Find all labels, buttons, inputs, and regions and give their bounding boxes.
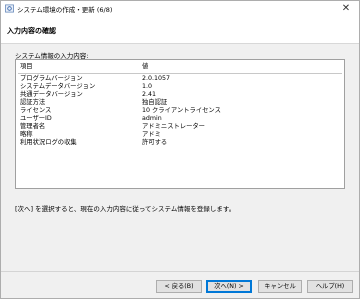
info-value: 10 クライアントライセンス — [142, 107, 221, 114]
info-row: ライセンス 10 クライアントライセンス — [20, 107, 340, 115]
info-value: 2.41 — [142, 91, 157, 98]
window-title: システム環境の作成・更新 (6/8) — [17, 6, 113, 14]
info-header-row: 項目 値 — [20, 63, 340, 71]
title-bar: システム環境の作成・更新 (6/8) ✕ — [1, 1, 359, 17]
info-row: 管理者名 アドミニストレーター — [20, 123, 340, 131]
setup-wizard-window: システム環境の作成・更新 (6/8) ✕ 入力内容の確認 システム情報の入力内容… — [0, 0, 360, 299]
info-textbox[interactable]: 項目 値 プログラムバージョン 2.0.1057 システムデータバージョン 1.… — [15, 59, 345, 189]
info-row: ユーザーID admin — [20, 115, 340, 123]
info-value: 1.0 — [142, 83, 153, 90]
back-button[interactable]: < 戻る(B) — [156, 280, 202, 293]
help-button[interactable]: ヘルプ(H) — [307, 280, 353, 293]
info-key: 共通データバージョン — [20, 91, 83, 98]
info-key: 管理者名 — [20, 123, 46, 130]
info-value: アドミ — [142, 131, 161, 138]
footer-divider — [1, 271, 359, 272]
info-row: 利用状況ログの収集 許可する — [20, 139, 340, 147]
page-header: 入力内容の確認 — [1, 17, 359, 44]
info-value: 許可する — [142, 139, 168, 146]
info-row: 略称 アドミ — [20, 131, 340, 139]
info-row: 認証方法 独自認証 — [20, 99, 340, 107]
info-value: アドミニストレーター — [142, 123, 205, 130]
instruction-text: [次へ] を選択すると、現在の入力内容に従ってシステム情報を登録します。 — [15, 205, 236, 213]
info-value: admin — [142, 115, 162, 122]
info-key: ユーザーID — [20, 115, 52, 122]
info-key: システムデータバージョン — [20, 83, 96, 90]
info-row: システムデータバージョン 1.0 — [20, 83, 340, 91]
next-button[interactable]: 次へ(N) > — [206, 280, 252, 293]
info-key: ライセンス — [20, 107, 52, 114]
info-value: 2.0.1057 — [142, 75, 171, 82]
info-key: 認証方法 — [20, 99, 46, 106]
app-gear-icon — [5, 4, 14, 13]
info-row: プログラムバージョン 2.0.1057 — [20, 75, 340, 83]
header-value: 値 — [142, 63, 149, 70]
header-divider — [18, 73, 342, 74]
header-key: 項目 — [20, 63, 33, 70]
page-title: 入力内容の確認 — [7, 27, 56, 35]
info-row: 共通データバージョン 2.41 — [20, 91, 340, 99]
info-key: 利用状況ログの収集 — [20, 139, 77, 146]
close-icon[interactable]: ✕ — [339, 2, 353, 15]
info-key: プログラムバージョン — [20, 75, 83, 82]
info-key: 略称 — [20, 131, 33, 138]
cancel-button[interactable]: キャンセル — [258, 280, 302, 293]
info-value: 独自認証 — [142, 99, 168, 106]
